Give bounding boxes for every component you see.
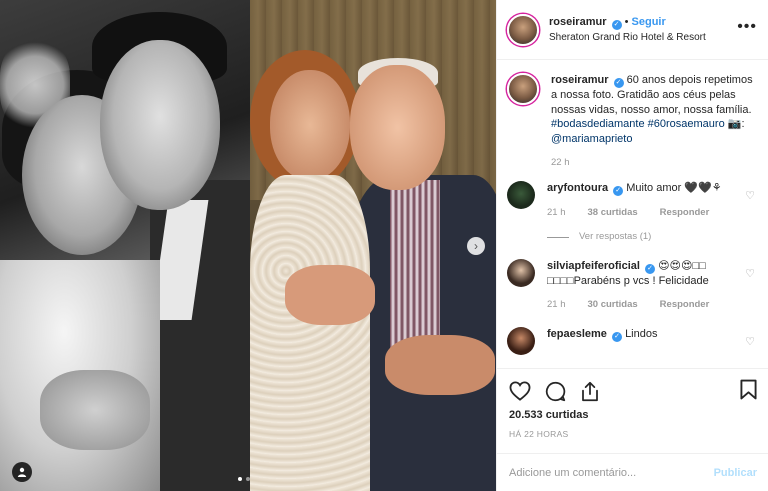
carousel-dots — [238, 477, 250, 481]
header-text: roseiramur ✓ • Seguir Sheraton Grand Rio… — [549, 15, 706, 45]
old-wedding-photo — [0, 0, 250, 491]
verified-badge-icon: ✓ — [613, 185, 624, 196]
comment-input[interactable] — [509, 466, 714, 479]
reply-button[interactable]: Responder — [660, 298, 710, 313]
next-arrow-icon[interactable]: › — [467, 237, 485, 255]
header-separator: • — [624, 15, 629, 28]
follow-button[interactable]: Seguir — [632, 16, 666, 28]
comment-time[interactable]: 21 h — [547, 206, 566, 221]
share-icon[interactable] — [580, 381, 600, 402]
comment-username[interactable]: silviapfeiferoficial — [547, 260, 640, 272]
comment-item: silviapfeiferoficial ✓ 😍😍😍□□ □□□□Parabén… — [507, 258, 759, 313]
user-tag-icon[interactable] — [12, 462, 32, 482]
recent-couple-photo — [250, 0, 496, 491]
comment-time[interactable]: 21 h — [547, 298, 566, 313]
post-panel: roseiramur ✓ • Seguir Sheraton Grand Rio… — [496, 0, 768, 491]
comment-meta: 21 h 38 curtidas Responder — [547, 206, 752, 221]
comment-likes[interactable]: 30 curtidas — [588, 298, 638, 313]
comment-meta: 21 h 30 curtidas Responder — [547, 298, 752, 313]
replies-divider — [547, 236, 569, 238]
comment-text: Lindos — [625, 327, 658, 340]
hashtag-link[interactable]: #60rosaemauro — [648, 118, 725, 130]
avatar[interactable] — [507, 180, 535, 209]
comments-list[interactable]: roseiramur ✓ 60 anos depois repetimos a … — [497, 61, 768, 366]
post-actions: 20.533 curtidas HÁ 22 HORAS — [497, 368, 768, 439]
instagram-post: › roseiramur ✓ • Seguir Sheraton Grand R… — [0, 0, 768, 491]
comment-body: aryfontoura ✓ Muito amor 🖤🖤⚘ 21 h 38 cur… — [547, 181, 752, 245]
reply-button[interactable]: Responder — [660, 206, 710, 221]
action-icons — [509, 377, 757, 405]
comment-username[interactable]: aryfontoura — [547, 182, 608, 194]
publish-button[interactable]: Publicar — [714, 467, 757, 479]
comment-composer: Publicar — [497, 453, 768, 491]
view-replies-label: Ver respostas (1) — [579, 231, 652, 242]
avatar[interactable] — [507, 258, 535, 287]
view-replies-button[interactable]: Ver respostas (1) — [547, 230, 752, 245]
avatar[interactable] — [507, 13, 539, 46]
verified-badge-icon: ✓ — [612, 331, 622, 342]
comment-like-heart-icon[interactable]: ♡ — [745, 267, 755, 280]
heart-icon[interactable] — [509, 381, 531, 401]
comment-like-heart-icon[interactable]: ♡ — [745, 335, 755, 348]
comment-body: fepaesleme ✓ Lindos — [547, 327, 752, 355]
post-header: roseiramur ✓ • Seguir Sheraton Grand Rio… — [497, 0, 768, 60]
posted-time[interactable]: HÁ 22 HORAS — [509, 429, 757, 439]
carousel-dot-active — [238, 477, 242, 481]
avatar[interactable] — [507, 73, 539, 105]
verified-badge-icon: ✓ — [645, 263, 655, 274]
caption: roseiramur ✓ 60 anos depois repetimos a … — [507, 73, 759, 171]
bookmark-icon[interactable] — [740, 379, 757, 400]
caption-time[interactable]: 22 h — [551, 156, 570, 171]
verified-badge-icon: ✓ — [613, 78, 624, 88]
comment-likes[interactable]: 38 curtidas — [588, 206, 638, 221]
avatar[interactable] — [507, 326, 535, 355]
caption-username[interactable]: roseiramur — [551, 74, 608, 86]
caption-body: roseiramur ✓ 60 anos depois repetimos a … — [551, 73, 756, 171]
caption-meta: 22 h — [551, 156, 756, 171]
post-media[interactable]: › — [0, 0, 496, 491]
comment-text: Muito amor 🖤🖤⚘ — [626, 181, 722, 194]
comment-username[interactable]: fepaesleme — [547, 328, 607, 340]
hashtag-link[interactable]: #bodasdediamante — [551, 118, 645, 130]
verified-badge-icon: ✓ — [611, 19, 622, 30]
mention-link[interactable]: @mariamaprieto — [551, 133, 632, 145]
photo-credit-prefix: 📷: — [724, 118, 745, 130]
carousel-dot — [246, 477, 250, 481]
header-username[interactable]: roseiramur — [549, 16, 606, 28]
more-options-icon[interactable]: ••• — [737, 18, 757, 36]
likes-count[interactable]: 20.533 curtidas — [509, 409, 757, 421]
comment-like-heart-icon[interactable]: ♡ — [745, 189, 755, 202]
comment-item: aryfontoura ✓ Muito amor 🖤🖤⚘ 21 h 38 cur… — [507, 180, 759, 245]
comment-body: silviapfeiferoficial ✓ 😍😍😍□□ □□□□Parabén… — [547, 259, 752, 313]
location-link[interactable]: Sheraton Grand Rio Hotel & Resort — [549, 30, 706, 45]
comment-icon[interactable] — [545, 381, 566, 402]
comment-item: fepaesleme ✓ Lindos ♡ — [507, 326, 759, 355]
